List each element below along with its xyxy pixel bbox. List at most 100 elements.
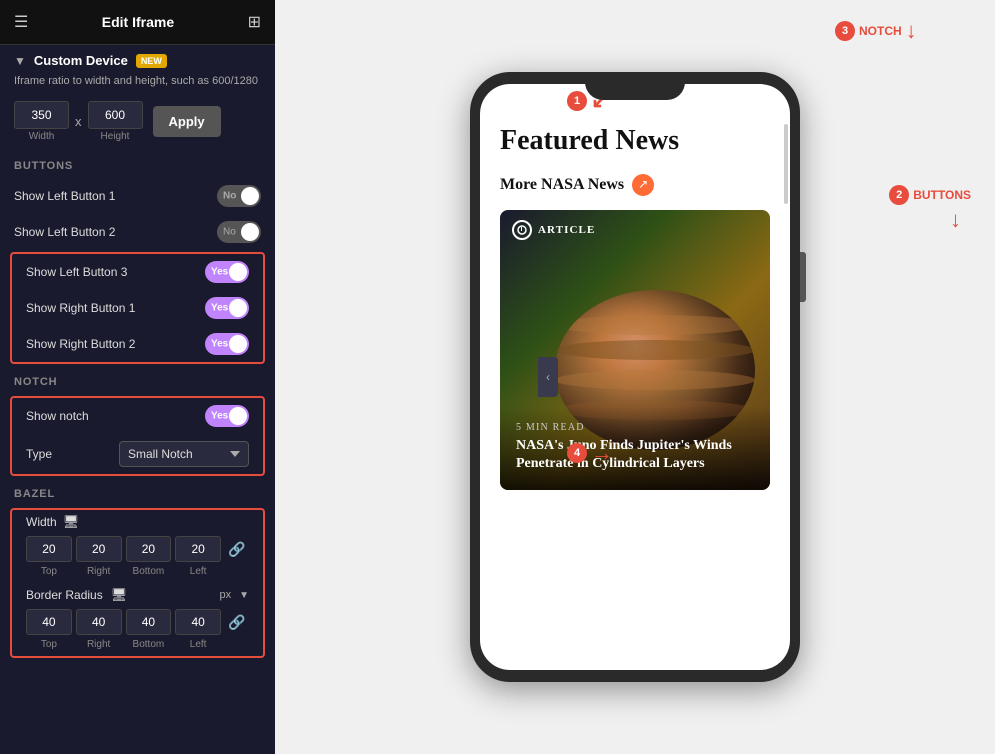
article-overlay: 5 MIN READ NASA's Juno Finds Jupiter's W… [500, 406, 770, 489]
apply-button[interactable]: Apply [153, 106, 221, 137]
more-nasa-arrow-badge[interactable]: ↗ [632, 174, 654, 196]
annotation-2: 2 BUTTONS ↓ [889, 185, 971, 233]
bazel-sub-top: Top [26, 566, 72, 577]
bazel-sub-left: Left [175, 566, 221, 577]
bazel-radius-sub-row: Top Right Bottom Left [12, 639, 263, 656]
dimension-row: Width x Height Apply [0, 97, 275, 150]
panel-header: ☰ Edit Iframe ⊞ [0, 0, 275, 45]
bazel-right-input[interactable] [76, 536, 122, 562]
px-dropdown[interactable]: ▼ [239, 590, 249, 601]
toggle-row-3: Show Right Button 1 Yes [12, 290, 263, 326]
read-time: 5 MIN READ [516, 422, 754, 433]
more-nasa-text: More NASA News [500, 176, 624, 194]
toggle-2[interactable]: Yes [205, 261, 249, 283]
toggle-label-1: Show Left Button 2 [14, 225, 115, 239]
annotation-circle-2: 2 [889, 185, 909, 205]
notch-type-row: Type Small Notch Large Notch Dynamic Isl… [12, 434, 263, 474]
annotation-buttons-label: BUTTONS [913, 188, 971, 202]
bazel-bottom-input[interactable] [126, 536, 172, 562]
notch-toggle[interactable]: Yes [205, 405, 249, 427]
annotation-circle-1: 1 [567, 91, 587, 111]
annotation-3: 3 NOTCH ↓ [835, 18, 917, 44]
border-radius-label-row: Border Radius 🖥 px ▼ [12, 583, 263, 605]
toggle-3[interactable]: Yes [205, 297, 249, 319]
grid-icon[interactable]: ⊞ [248, 12, 261, 32]
annotation-circle-3: 3 [835, 21, 855, 41]
phone-scrollbar[interactable] [784, 124, 788, 204]
phone-content: Featured News More NASA News ↗ [480, 84, 790, 510]
bazel-sub-right: Right [76, 566, 122, 577]
annotation-arrow-2: ↓ [950, 207, 961, 233]
bazel-sub-bottom: Bottom [126, 566, 172, 577]
bazel-width-label-row: Width 🖥 [12, 510, 263, 532]
toggle-row-2: Show Left Button 3 Yes [12, 254, 263, 290]
width-input[interactable] [14, 101, 69, 129]
toggle-label-4: Show Right Button 2 [26, 337, 135, 351]
more-nasa-row: More NASA News ↗ [500, 174, 770, 196]
bazel-top-input[interactable] [26, 536, 72, 562]
bazel-left-input[interactable] [175, 536, 221, 562]
hint-text: Iframe ratio to width and height, such a… [0, 72, 275, 97]
annotation-notch-label: NOTCH [859, 24, 902, 38]
article-card[interactable]: ARTICLE 5 MIN READ NASA's Juno Finds Jup… [500, 210, 770, 490]
article-tag: ARTICLE [512, 220, 595, 240]
radius-bottom-input[interactable] [126, 609, 172, 635]
bazel-radius-grid: 🔗 [12, 605, 263, 639]
radius-top-input[interactable] [26, 609, 72, 635]
toggle-label-2: Show Left Button 3 [26, 265, 127, 279]
panel-collapse-toggle[interactable]: ‹ [538, 357, 558, 397]
hamburger-icon[interactable]: ☰ [14, 12, 28, 32]
notch-red-border: Show notch Yes Type Small Notch Large No… [10, 396, 265, 476]
toggle-4[interactable]: Yes [205, 333, 249, 355]
buttons-red-border: Show Left Button 3 Yes Show Right Button… [10, 252, 265, 364]
link-icon-width[interactable]: 🔗 [225, 541, 249, 558]
toggle-row-1: Show Left Button 2 No [0, 214, 275, 250]
annotation-4: 4 → [567, 440, 613, 466]
notch-type-select[interactable]: Small Notch Large Notch Dynamic Island N… [119, 441, 249, 467]
link-icon-radius[interactable]: 🔗 [225, 614, 249, 631]
article-tag-text: ARTICLE [538, 224, 595, 236]
toggle-label-3: Show Right Button 1 [26, 301, 135, 315]
custom-device-row: ▼ Custom Device NEW [0, 45, 275, 72]
radius-left-input[interactable] [175, 609, 221, 635]
px-label: px [219, 589, 231, 601]
bazel-width-label: Width [26, 515, 57, 529]
height-label: Height [101, 131, 130, 142]
bazel-width-grid: 🔗 [12, 532, 263, 566]
annotation-circle-4: 4 [567, 443, 587, 463]
notch-section-title: NOTCH [0, 366, 275, 394]
show-notch-row: Show notch Yes [12, 398, 263, 434]
border-radius-label: Border Radius [26, 588, 103, 602]
show-notch-label: Show notch [26, 409, 89, 423]
panel-title: Edit Iframe [102, 14, 174, 30]
x-separator: x [75, 114, 82, 129]
right-panel: 3 NOTCH ↓ 2 BUTTONS ↓ Featured News More… [275, 0, 995, 754]
phone-screen: Featured News More NASA News ↗ [480, 84, 790, 670]
article-tag-icon [512, 220, 532, 240]
height-input[interactable] [88, 101, 143, 129]
toggle-switch-1[interactable]: No [217, 221, 261, 243]
bazel-sub-row: Top Right Bottom Left [12, 566, 263, 583]
left-panel: ☰ Edit Iframe ⊞ ▼ Custom Device NEW Ifra… [0, 0, 275, 754]
new-badge: NEW [136, 54, 167, 68]
phone-right-button [800, 252, 806, 302]
toggle-label-0: Show Left Button 1 [14, 189, 115, 203]
toggle-0[interactable]: No [217, 185, 261, 207]
annotation-arrow-3: ↓ [906, 18, 917, 44]
article-headline: NASA's Juno Finds Jupiter's Winds Penetr… [516, 437, 754, 473]
notch-type-label: Type [26, 447, 52, 461]
annotation-arrow-4: → [591, 440, 613, 466]
phone-notch [585, 72, 685, 100]
featured-title: Featured News [500, 124, 770, 158]
radius-right-input[interactable] [76, 609, 122, 635]
width-label: Width [29, 131, 55, 142]
phone-frame: Featured News More NASA News ↗ [470, 72, 800, 682]
bazel-section-title: BAZEL [0, 478, 275, 506]
toggle-row-0: Show Left Button 1 No [0, 178, 275, 214]
toggle-switch-0[interactable]: No [217, 185, 261, 207]
border-radius-icon: 🖥 [111, 587, 128, 603]
monitor-icon: 🖥 [63, 514, 80, 530]
toggle-1[interactable]: No [217, 221, 261, 243]
buttons-section-title: BUTTONS [0, 150, 275, 178]
bazel-red-border: Width 🖥 🔗 Top Right Bottom Left Border R… [10, 508, 265, 658]
